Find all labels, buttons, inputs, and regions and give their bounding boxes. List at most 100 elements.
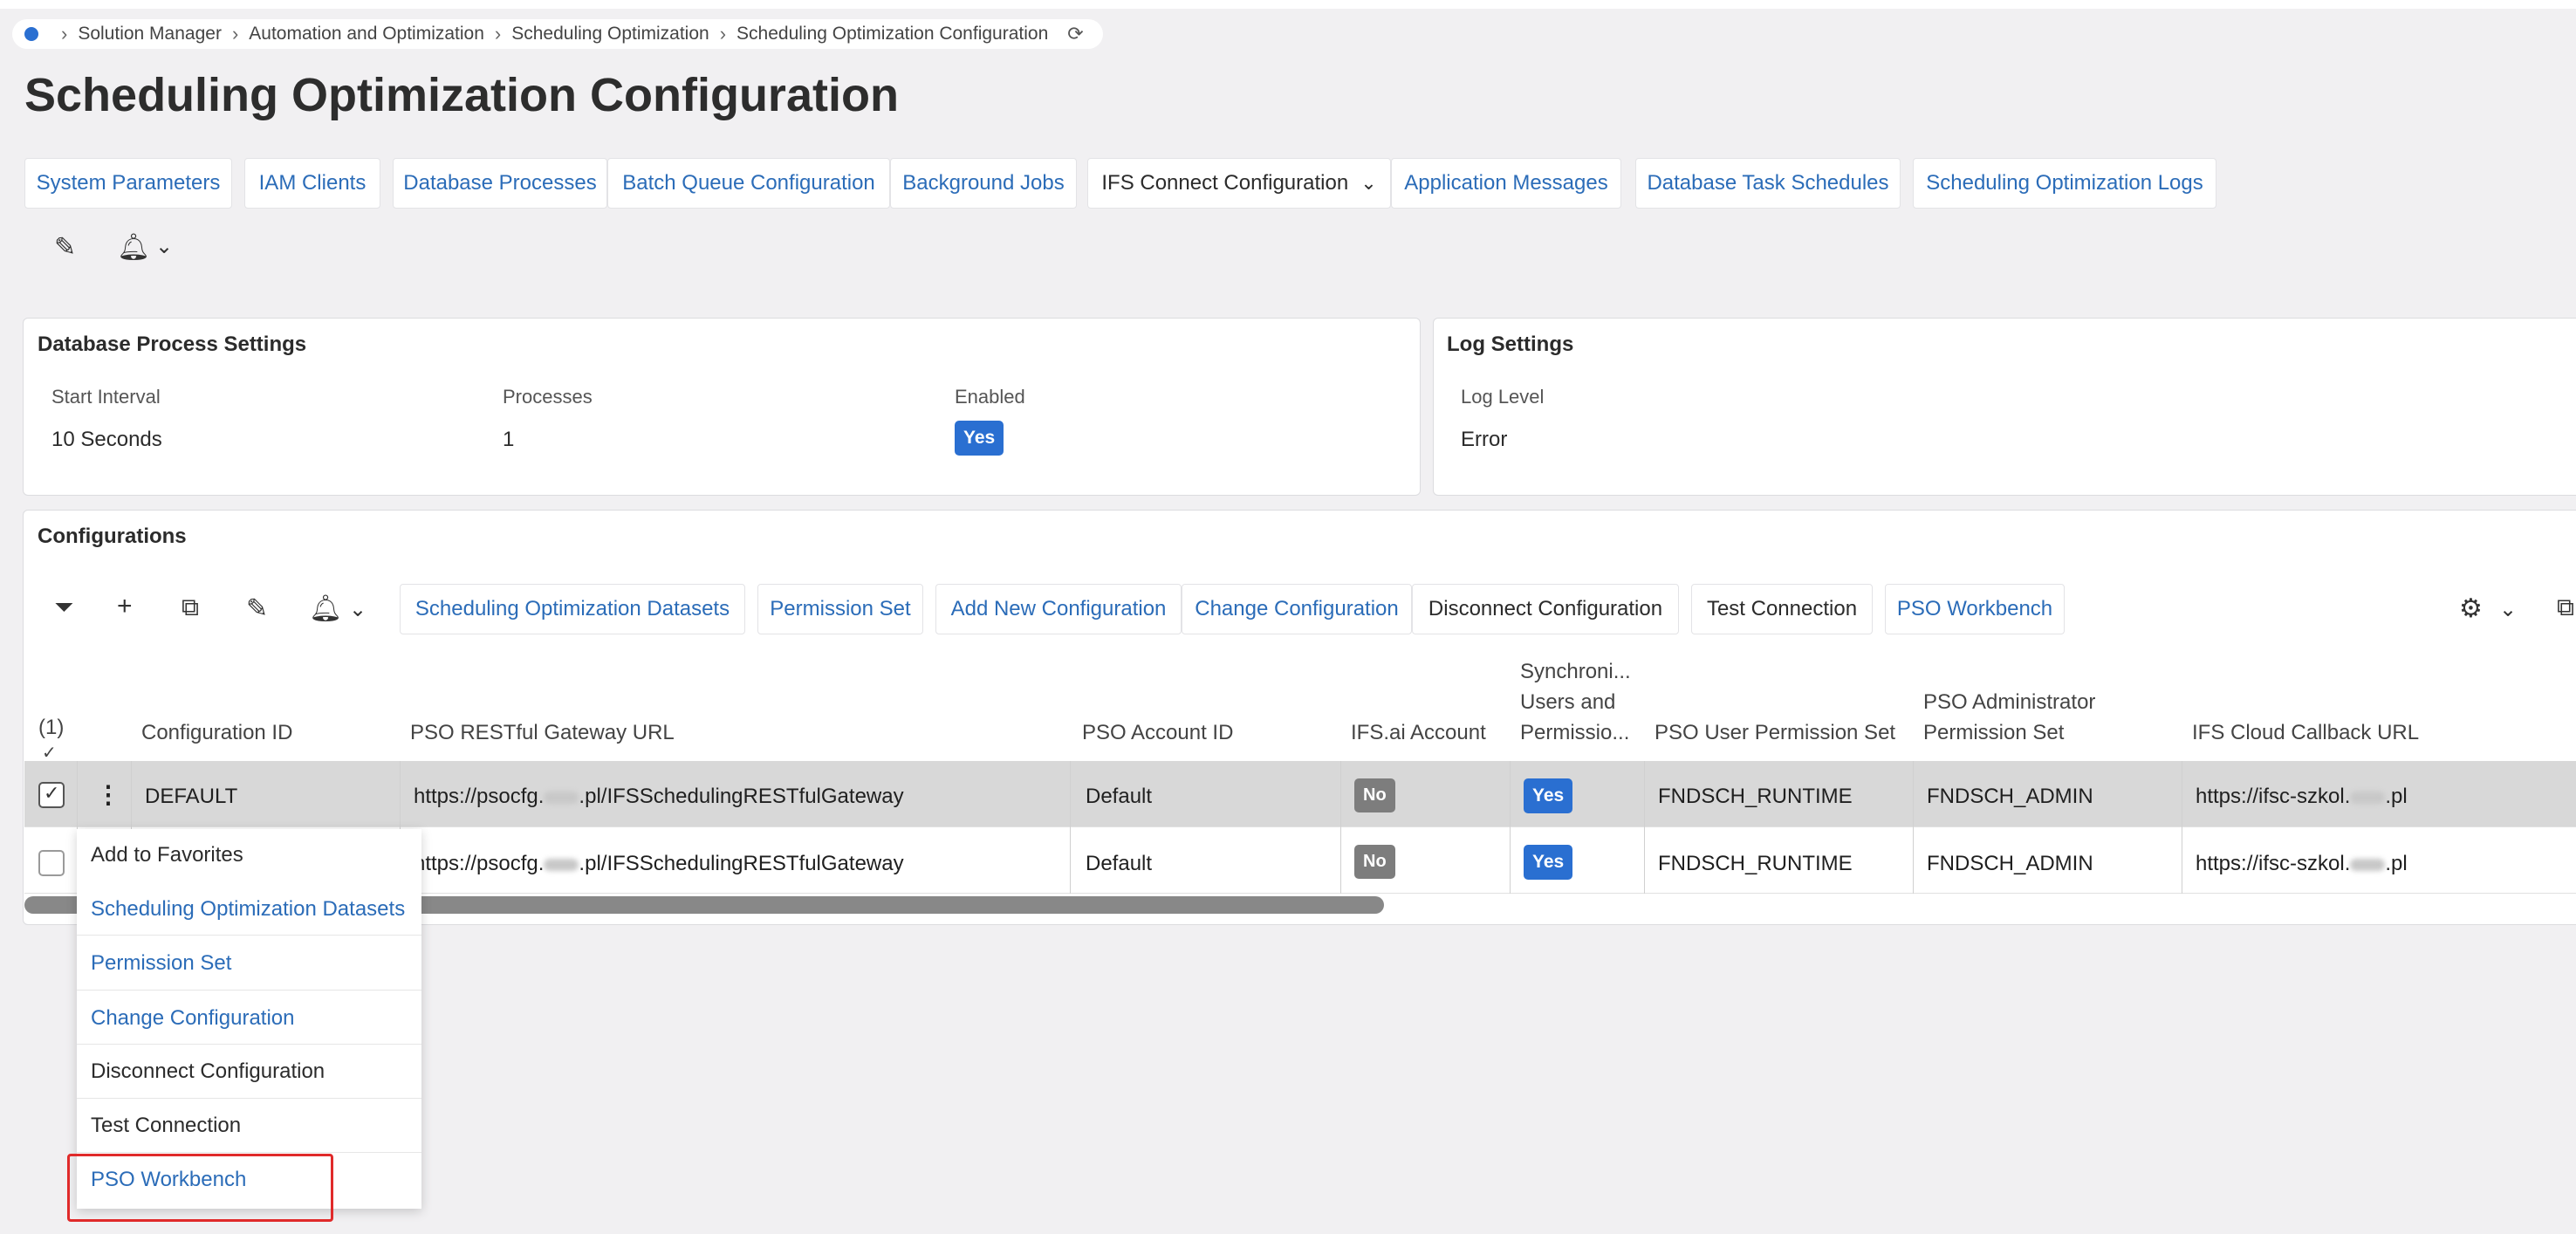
disconnect-configuration-button[interactable]: Disconnect Configuration [1412,584,1679,634]
processes-value: 1 [503,428,515,451]
enabled-label: Enabled [955,386,1025,408]
change-configuration-button[interactable]: Change Configuration [1182,584,1412,634]
pso-workbench-button[interactable]: PSO Workbench [1885,584,2065,634]
breadcrumb: › Solution Manager › Automation and Opti… [12,19,1103,49]
permission-set-button[interactable]: Permission Set [757,584,923,634]
menu-divider [77,1098,421,1099]
card-title: Log Settings [1447,332,1574,356]
menu-item-test-connection[interactable]: Test Connection [91,1114,241,1138]
ifs-ai-no-badge: No [1354,845,1395,879]
tab-system-parameters[interactable]: System Parameters [24,158,232,209]
menu-item-change-configuration[interactable]: Change Configuration [91,1006,295,1031]
column-divider [1070,761,1071,894]
chevron-down-icon: ⌄ [1360,172,1377,194]
start-interval-value: 10 Seconds [51,428,162,451]
card-title: Database Process Settings [38,332,307,356]
tab-iam-clients[interactable]: IAM Clients [244,158,380,209]
add-new-configuration-button[interactable]: Add New Configuration [935,584,1182,634]
row-context-menu: Add to Favorites Scheduling Optimization… [77,829,421,1209]
bell-icon[interactable]: 🔔︎ [117,232,150,263]
start-interval-label: Start Interval [51,386,161,408]
ifs-ai-no-badge: No [1354,778,1395,812]
column-header-ifs-ai-account[interactable]: IFS.ai Account [1351,717,1486,748]
cell-gateway-url: https://psocfg. .pl/IFSSchedulingRESTfulG… [414,852,904,876]
url-prefix: https://psocfg. [414,785,545,808]
url-suffix: .pl/IFSSchedulingRESTfulGateway [579,852,904,875]
url-prefix: https://ifsc-szkol. [2196,852,2351,875]
test-connection-button[interactable]: Test Connection [1691,584,1873,634]
column-header-account-id[interactable]: PSO Account ID [1082,717,1233,748]
url-prefix: https://psocfg. [414,852,545,875]
filter-icon[interactable]: ⏷ [54,593,73,622]
home-dot-icon[interactable] [24,27,38,41]
column-header-configuration-id[interactable]: Configuration ID [141,717,292,748]
log-settings-card [1433,318,2576,496]
column-divider [1510,761,1511,894]
column-header-callback-url[interactable]: IFS Cloud Callback URL [2192,717,2419,748]
menu-divider [77,1152,421,1153]
tab-database-task-schedules[interactable]: Database Task Schedules [1635,158,1901,209]
breadcrumb-item[interactable]: Automation and Optimization [249,24,484,45]
chevron-down-icon[interactable]: ⌄ [349,597,367,622]
edit-icon[interactable]: ✎ [54,232,76,263]
row-checkbox[interactable] [38,850,65,876]
tab-scheduling-optimization-logs[interactable]: Scheduling Optimization Logs [1913,158,2216,209]
sync-yes-badge: Yes [1524,845,1573,880]
menu-divider [77,990,421,991]
tab-label: IFS Connect Configuration [1101,171,1349,195]
duplicate-icon[interactable]: ⧉ [182,593,199,622]
menu-item-disconnect-configuration[interactable]: Disconnect Configuration [91,1059,325,1084]
url-prefix: https://ifsc-szkol. [2196,785,2351,808]
tab-database-processes[interactable]: Database Processes [393,158,607,209]
settings-gear-icon[interactable]: ⚙ [2459,593,2483,624]
menu-divider [77,935,421,936]
menu-item-permission-set[interactable]: Permission Set [91,951,231,976]
cell-account-id: Default [1086,785,1153,808]
chevron-down-icon[interactable]: ⌄ [2499,597,2517,622]
add-icon[interactable]: + [117,592,133,621]
cell-user-permission-set: FNDSCH_RUNTIME [1658,785,1853,808]
top-strip [0,0,2576,9]
redacted-blur [2350,791,2386,804]
tab-background-jobs[interactable]: Background Jobs [890,158,1077,209]
cell-admin-permission-set: FNDSCH_ADMIN [1927,785,2093,808]
chevron-down-icon[interactable]: ⌄ [155,234,173,259]
column-divider [1913,761,1914,894]
column-header-sync-users[interactable]: Synchroni... Users and Permissio... [1520,656,1651,748]
breadcrumb-item[interactable]: Solution Manager [78,24,222,45]
log-level-value: Error [1461,428,1508,451]
tab-application-messages[interactable]: Application Messages [1391,158,1621,209]
menu-item-scheduling-optimization-datasets[interactable]: Scheduling Optimization Datasets [91,897,405,922]
edit-icon[interactable]: ✎ [246,593,268,624]
scheduling-optimization-datasets-button[interactable]: Scheduling Optimization Datasets [400,584,745,634]
redacted-blur [544,858,579,871]
chevron-right-icon: › [494,23,502,45]
table-row[interactable] [24,761,2576,827]
column-divider [1644,761,1645,894]
bell-icon[interactable]: 🔔︎ [309,593,342,624]
breadcrumb-item[interactable]: Scheduling Optimization [511,24,709,45]
export-icon[interactable]: ⧉ [2557,593,2574,622]
tab-ifs-connect-configuration[interactable]: IFS Connect Configuration ⌄ [1087,158,1391,209]
row-checkbox-checked[interactable]: ✓ [38,782,65,808]
cell-account-id: Default [1086,852,1153,875]
sync-yes-badge: Yes [1524,778,1573,813]
column-header-admin-permission-set[interactable]: PSO Administrator Permission Set [1923,687,2168,748]
chevron-right-icon: › [719,23,727,45]
cell-config-id: DEFAULT [145,785,238,808]
url-suffix: .pl [2385,852,2408,875]
row-menu-kebab-icon[interactable]: ⋮ [96,780,120,809]
tab-batch-queue-configuration[interactable]: Batch Queue Configuration [607,158,890,209]
redacted-blur [2350,858,2386,871]
column-divider [1340,761,1341,894]
column-header-user-permission-set[interactable]: PSO User Permission Set [1655,717,1895,748]
processes-label: Processes [503,386,593,408]
check-icon: ✓ [44,782,60,804]
refresh-icon[interactable]: ⟳ [1067,23,1083,45]
menu-item-add-to-favorites[interactable]: Add to Favorites [91,843,243,867]
cell-gateway-url: https://psocfg. .pl/IFSSchedulingRESTfulG… [414,785,904,809]
column-header-gateway-url[interactable]: PSO RESTful Gateway URL [410,717,675,748]
chevron-right-icon: › [61,23,68,45]
card-title: Configurations [38,524,187,548]
redacted-blur [544,791,579,804]
